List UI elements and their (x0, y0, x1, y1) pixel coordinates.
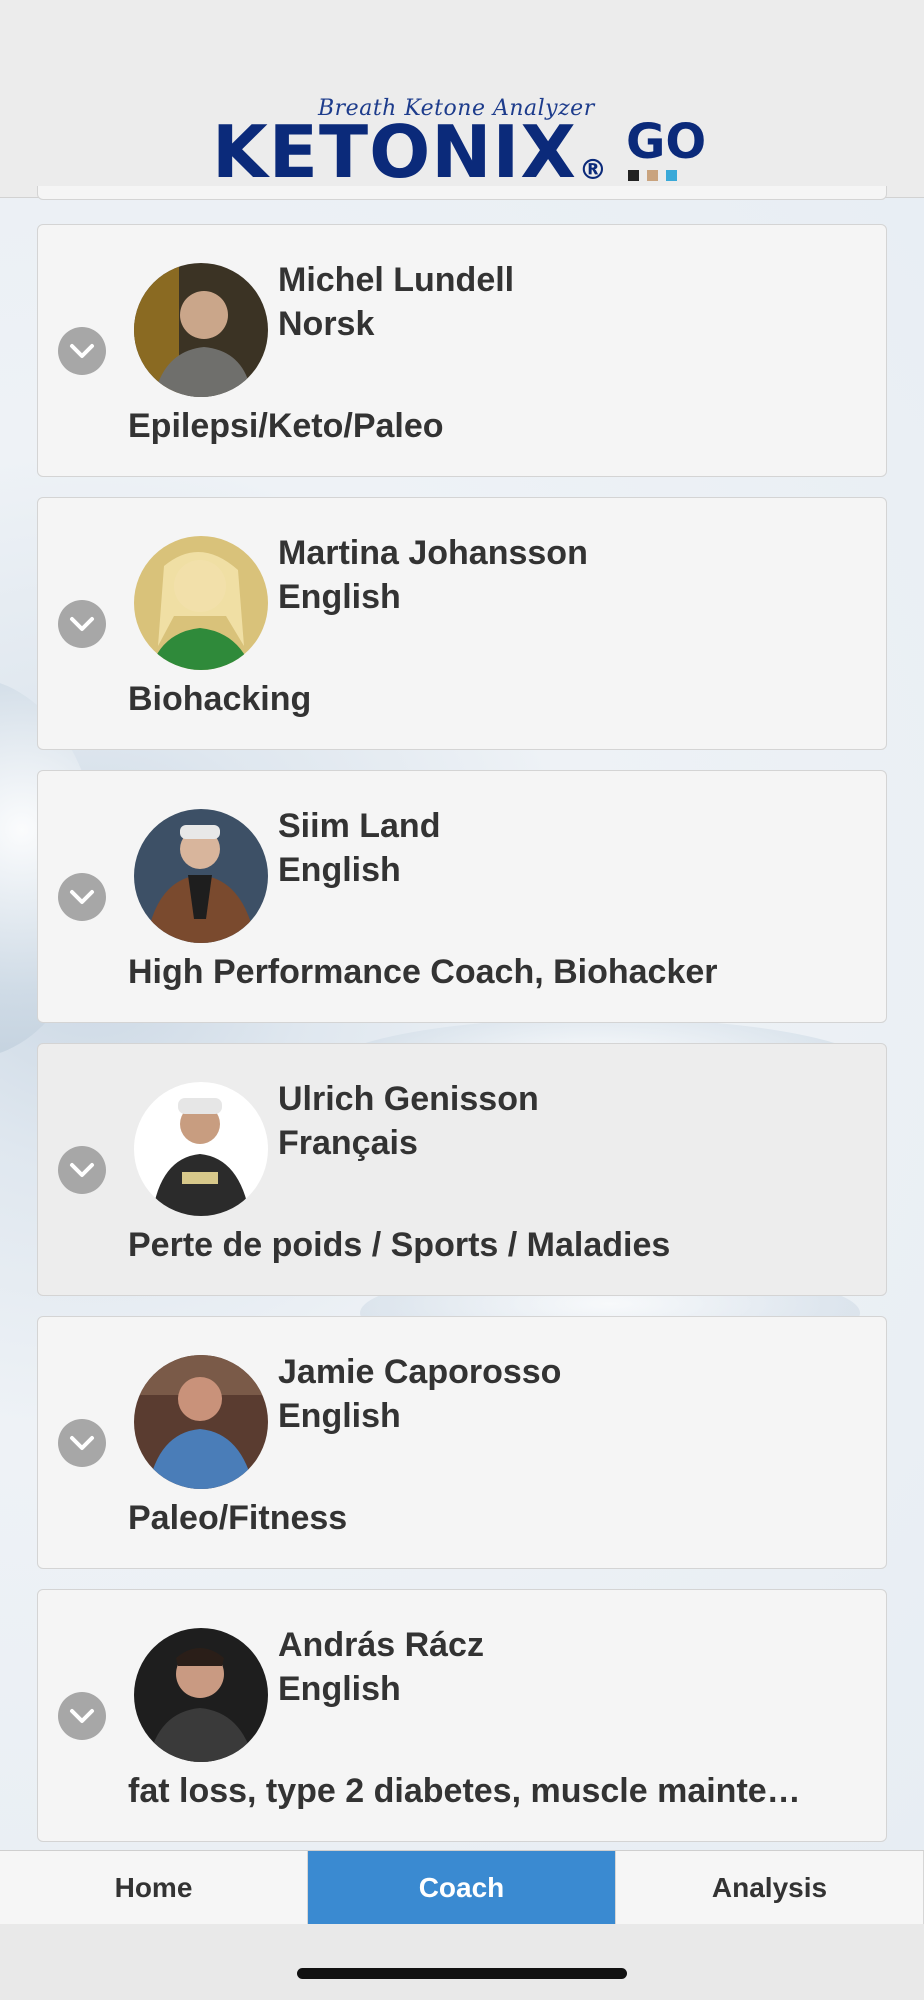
coach-name: Jamie Caporosso (278, 1353, 562, 1391)
home-indicator-area (0, 1924, 924, 2000)
chevron-down-icon[interactable] (58, 327, 106, 375)
avatar (134, 263, 268, 397)
previous-card-edge (37, 186, 887, 200)
logo-go: GO (626, 114, 707, 170)
home-indicator[interactable] (297, 1968, 627, 1979)
coach-card[interactable]: András Rácz English fat loss, type 2 dia… (37, 1589, 887, 1842)
chevron-down-icon[interactable] (58, 1146, 106, 1194)
avatar (134, 536, 268, 670)
tab-home[interactable]: Home (0, 1851, 308, 1924)
coach-topic: High Performance Coach, Biohacker (128, 953, 718, 991)
app-header: Breath Ketone Analyzer KETONIX® GO (0, 0, 924, 198)
coach-card[interactable]: Ulrich Genisson Français Perte de poids … (37, 1043, 887, 1296)
chevron-down-icon[interactable] (58, 600, 106, 648)
tab-coach[interactable]: Coach (308, 1851, 616, 1924)
coach-card[interactable]: Jamie Caporosso English Paleo/Fitness (37, 1316, 887, 1569)
coach-card[interactable]: Siim Land English High Performance Coach… (37, 770, 887, 1023)
coach-card[interactable]: Martina Johansson English Biohacking (37, 497, 887, 750)
coach-language: Français (278, 1124, 418, 1162)
coach-name: András Rácz (278, 1626, 484, 1664)
coach-name: Martina Johansson (278, 534, 588, 572)
coach-name: Michel Lundell (278, 261, 515, 299)
bottom-tab-bar: Home Coach Analysis (0, 1850, 924, 1924)
coach-language: English (278, 578, 401, 616)
coach-language: English (278, 1397, 401, 1435)
coach-topic: Biohacking (128, 680, 312, 718)
coach-name: Ulrich Genisson (278, 1080, 539, 1118)
tab-analysis[interactable]: Analysis (616, 1851, 924, 1924)
avatar (134, 1628, 268, 1762)
coach-language: English (278, 851, 401, 889)
coach-list[interactable]: Michel Lundell Norsk Epilepsi/Keto/Paleo… (37, 186, 887, 1850)
ketonix-go-logo: Breath Ketone Analyzer KETONIX® GO (212, 96, 712, 188)
coach-card[interactable]: Michel Lundell Norsk Epilepsi/Keto/Paleo (37, 224, 887, 477)
avatar (134, 809, 268, 943)
coach-language: Norsk (278, 305, 375, 343)
coach-topic: Perte de poids / Sports / Maladies (128, 1226, 671, 1264)
logo-dots (628, 170, 677, 181)
coach-topic: Epilepsi/Keto/Paleo (128, 407, 444, 445)
coach-topic: fat loss, type 2 diabetes, muscle mainte… (128, 1772, 801, 1810)
coach-topic: Paleo/Fitness (128, 1499, 348, 1537)
chevron-down-icon[interactable] (58, 873, 106, 921)
avatar (134, 1355, 268, 1489)
coach-name: Siim Land (278, 807, 441, 845)
chevron-down-icon[interactable] (58, 1692, 106, 1740)
avatar (134, 1082, 268, 1216)
coach-language: English (278, 1670, 401, 1708)
chevron-down-icon[interactable] (58, 1419, 106, 1467)
